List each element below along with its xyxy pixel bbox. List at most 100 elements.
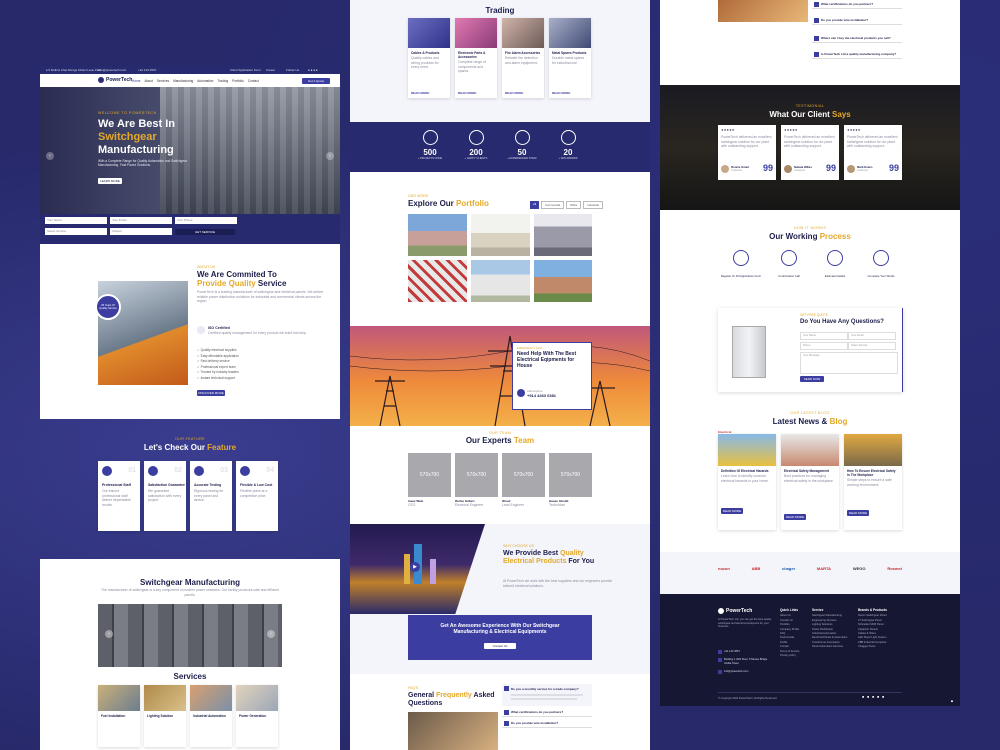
portfolio-item[interactable]: [534, 260, 592, 302]
footer-link[interactable]: Panel Automation Services: [812, 645, 856, 649]
footer-email[interactable]: info@powertech.com: [724, 670, 748, 673]
nav-automation[interactable]: Automation: [197, 79, 213, 83]
tab-office[interactable]: Office: [566, 201, 582, 209]
form-submit-button[interactable]: GET SERVICE: [175, 228, 235, 235]
trading-read-more-link[interactable]: READ MORE: [411, 91, 429, 95]
feature-card-2[interactable]: 02 Satisfaction Guarantee We guarantee s…: [144, 461, 186, 531]
brand-logo[interactable]: chager: [782, 566, 795, 571]
nav-portfolio[interactable]: Portfolio: [232, 79, 244, 83]
trading-read-more-link[interactable]: READ MORE: [505, 91, 523, 95]
nav-home[interactable]: Home: [132, 79, 141, 83]
team-member-4[interactable]: 570x700 Hasan Gboldi Technician: [549, 453, 592, 508]
team-member-1[interactable]: 570x700 Isaac Wale CEO: [408, 453, 451, 508]
hero-prev-arrow-icon[interactable]: ‹: [46, 152, 54, 160]
help-phone[interactable]: +914 4463 0381: [527, 393, 556, 398]
about-discover-button[interactable]: DISCOVER MORE: [197, 390, 225, 396]
video-play-icon[interactable]: ▶: [410, 562, 420, 572]
blog-card-1[interactable]: Electrical Definition Of Electrical Haza…: [718, 430, 776, 530]
nav-contact[interactable]: Contact: [248, 79, 259, 83]
testimonial-card-1[interactable]: ★★★★★ PowerTech delivered an excellent s…: [718, 125, 776, 180]
tab-commercial[interactable]: Commercial: [541, 201, 565, 209]
hero-next-arrow-icon[interactable]: ›: [326, 152, 334, 160]
brand-logo[interactable]: ABB: [752, 566, 761, 571]
trading-card-3[interactable]: Fire Alarm Accessories Reliable fire det…: [502, 18, 544, 98]
service-card-4[interactable]: Power Generation: [236, 685, 278, 747]
footer-logo[interactable]: PowerTech: [718, 608, 752, 614]
form-service-select[interactable]: Select Service: [45, 228, 107, 235]
banner-contact-button[interactable]: Contact Us: [484, 643, 516, 649]
brand-logo[interactable]: nozon: [718, 566, 730, 571]
portfolio-item[interactable]: [408, 214, 467, 256]
faq-plus-icon: [814, 51, 819, 57]
testimonial-card-3[interactable]: ★★★★★ PowerTech delivered an excellent s…: [844, 125, 902, 180]
faq-item-6[interactable]: Where can I buy the electrical products …: [812, 34, 902, 43]
form-subject-input[interactable]: Subject: [110, 228, 172, 235]
service-card-1[interactable]: Fuel Installation: [98, 685, 140, 747]
blog-read-more-button[interactable]: READ MORE: [784, 514, 806, 520]
get-quote-button[interactable]: Get A Quote: [302, 77, 330, 84]
form-phone-input[interactable]: Your Phone: [175, 217, 237, 224]
faq-item-3[interactable]: Do you provide wire installation?: [502, 719, 592, 728]
blog-read-more-button[interactable]: READ MORE: [847, 510, 869, 516]
social-icons[interactable]: ● ● ● ●: [308, 68, 318, 72]
topbar-phone[interactable]: +91 123 4567: [138, 68, 156, 72]
topbar-link-application[interactable]: Client Application Form: [230, 68, 261, 72]
nav-services[interactable]: Services: [157, 79, 169, 83]
faq-item-1[interactable]: Do you a monthly service for a trade com…: [502, 684, 592, 706]
scroll-top-icon[interactable]: ▲: [950, 698, 954, 703]
contact-message-textarea[interactable]: Your Message: [800, 352, 898, 374]
feature-card-1[interactable]: 01 Professional Staff Our trained profes…: [98, 461, 140, 531]
faq-item-7[interactable]: Is PowerTech Ltd a quality manufacturing…: [812, 50, 902, 59]
faq-item-2[interactable]: What certifications do you partners?: [502, 708, 592, 717]
faq-item-5[interactable]: Do you provide wire installation?: [812, 16, 902, 25]
topbar-email[interactable]: info@powertech.com: [98, 68, 126, 72]
nav-about[interactable]: About: [145, 79, 153, 83]
blog-read-more-button[interactable]: READ MORE: [721, 508, 743, 514]
switchgear-next-icon[interactable]: ›: [267, 630, 275, 638]
testimonial-card-2[interactable]: ★★★★★ PowerTech delivered an excellent s…: [781, 125, 839, 180]
service-card-3[interactable]: Industrial Automation: [190, 685, 232, 747]
contact-name-input[interactable]: Your Name: [800, 332, 848, 340]
footer-link[interactable]: Chagger Panel: [858, 645, 904, 649]
tab-industrial[interactable]: Industrial: [583, 201, 603, 209]
portfolio-item[interactable]: [534, 214, 592, 256]
nav-trading[interactable]: Trading: [217, 79, 228, 83]
brand-logo[interactable]: WEGO: [853, 566, 866, 571]
blog-card-3[interactable]: How To Ensure Electrical Safety In The W…: [844, 434, 902, 530]
faq-item-4[interactable]: What certifications do you partners?: [812, 0, 902, 9]
contact-service-select[interactable]: Select Service: [848, 342, 896, 350]
topbar-link-career[interactable]: Career: [266, 68, 275, 72]
tab-all[interactable]: All: [530, 201, 540, 209]
form-email-input[interactable]: Your Email: [110, 217, 172, 224]
portfolio-item[interactable]: [408, 260, 467, 302]
footer-social-icons[interactable]: ■ ■ ■ ■ ■: [862, 695, 885, 699]
feature-card-3[interactable]: 03 Accurate Testing Rigorous testing for…: [190, 461, 232, 531]
contact-send-button[interactable]: SEND NOW: [800, 376, 824, 382]
logo[interactable]: PowerTech: [98, 77, 132, 83]
trading-card-4[interactable]: Metal Spares Products Durable metal spar…: [549, 18, 591, 98]
team-member-2[interactable]: 570x700 Richie Gilbert Electrical Engine…: [455, 453, 498, 508]
trading-card-desc: Reliable fire detection and alarm equipm…: [505, 56, 538, 65]
nav-manufacturing[interactable]: Manufacturing: [173, 79, 193, 83]
trading-card-2[interactable]: Electronic Parts & Accessories Complete …: [455, 18, 497, 98]
portfolio-item[interactable]: [471, 260, 530, 302]
team-member-3[interactable]: 570x700 Woud Lead Engineer: [502, 453, 545, 508]
faq-question: Do you provide wire installation?: [511, 721, 559, 725]
trading-card-1[interactable]: Cables & Products Quality cables and wir…: [408, 18, 450, 98]
brand-logo[interactable]: MARTA: [817, 566, 831, 571]
portfolio-item[interactable]: [471, 214, 530, 256]
brand-logo[interactable]: Rosmet: [887, 566, 902, 571]
footer-phone[interactable]: +91 123 4567: [724, 650, 740, 653]
footer-link[interactable]: Privacy policy: [780, 654, 814, 658]
form-name-input[interactable]: Your Name: [45, 217, 107, 224]
blog-card-2[interactable]: Electrical Safety Management Best practi…: [781, 434, 839, 530]
trading-read-more-link[interactable]: READ MORE: [552, 91, 570, 95]
service-card-2[interactable]: Lighting Solution: [144, 685, 186, 747]
contact-phone-input[interactable]: Phone: [800, 342, 848, 350]
contact-email-input[interactable]: Your Email: [848, 332, 896, 340]
hero-learn-more-button[interactable]: LEARN MORE: [98, 178, 122, 184]
faq-answer: [511, 698, 577, 700]
switchgear-prev-icon[interactable]: ‹: [105, 630, 113, 638]
trading-read-more-link[interactable]: READ MORE: [458, 91, 476, 95]
feature-card-4[interactable]: 04 Flexible & Low Cost Flexible plans at…: [236, 461, 278, 531]
